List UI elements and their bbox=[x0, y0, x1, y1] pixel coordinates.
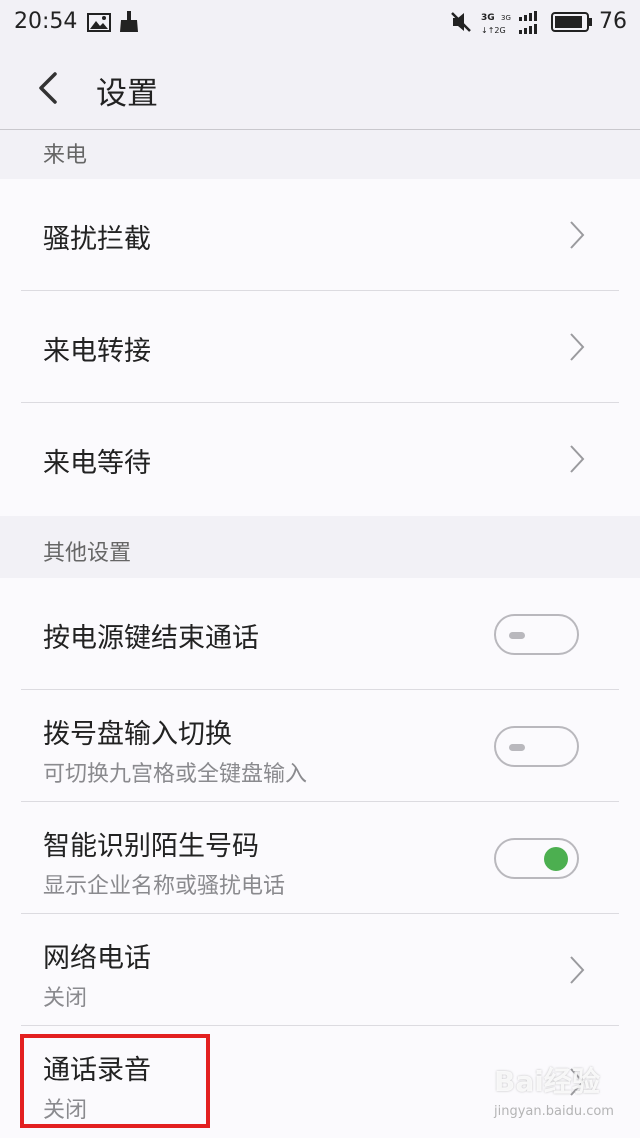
row-title: 按电源键结束通话 bbox=[43, 623, 259, 654]
incoming-call-list: 骚扰拦截 来电转接 来电等待 bbox=[0, 179, 640, 516]
toggle-knob bbox=[509, 632, 525, 639]
watermark-url: jingyan.baidu.com bbox=[494, 1104, 614, 1119]
chevron-right-icon bbox=[570, 956, 585, 984]
row-call-forwarding[interactable]: 来电转接 bbox=[21, 291, 619, 403]
row-title: 来电转接 bbox=[43, 336, 151, 367]
row-subtitle: 可切换九宫格或全键盘输入 bbox=[43, 762, 308, 787]
smart-caller-id-toggle[interactable] bbox=[494, 838, 579, 879]
row-call-waiting[interactable]: 来电等待 bbox=[21, 403, 619, 515]
signal-icon: 3G 3G ↓↑2G bbox=[481, 11, 537, 35]
svg-text:3G: 3G bbox=[481, 13, 495, 23]
chevron-right-icon bbox=[570, 333, 585, 361]
section-title: 来电 bbox=[43, 143, 88, 168]
row-subtitle: 关闭 bbox=[43, 1098, 88, 1123]
row-subtitle: 显示企业名称或骚扰电话 bbox=[43, 874, 286, 899]
toggle-knob bbox=[509, 744, 525, 751]
svg-text:3G: 3G bbox=[501, 14, 511, 22]
mute-icon bbox=[451, 12, 471, 32]
page-title: 设置 bbox=[96, 76, 158, 112]
row-harassment-block[interactable]: 骚扰拦截 bbox=[21, 179, 619, 291]
row-smart-caller-id[interactable]: 智能识别陌生号码 显示企业名称或骚扰电话 bbox=[21, 802, 619, 914]
broom-icon bbox=[120, 11, 138, 32]
row-title: 通话录音 bbox=[43, 1055, 151, 1086]
image-icon bbox=[87, 13, 111, 32]
row-title: 来电等待 bbox=[43, 448, 151, 479]
row-title: 网络电话 bbox=[43, 943, 151, 974]
section-header-other: 其他设置 bbox=[0, 516, 640, 578]
status-bar: 20:54 3G 3G ↓↑2G 76 bbox=[0, 0, 640, 46]
row-dialpad-input-switch[interactable]: 拨号盘输入切换 可切换九宫格或全键盘输入 bbox=[21, 690, 619, 802]
row-title: 骚扰拦截 bbox=[43, 224, 151, 255]
power-key-toggle[interactable] bbox=[494, 614, 579, 655]
dialpad-input-toggle[interactable] bbox=[494, 726, 579, 767]
baidu-watermark: Bai经验 bbox=[494, 1065, 600, 1098]
battery-level: 76 bbox=[599, 9, 627, 34]
app-header: 设置 bbox=[0, 46, 640, 130]
row-internet-call[interactable]: 网络电话 关闭 bbox=[21, 914, 619, 1026]
section-title: 其他设置 bbox=[43, 541, 132, 566]
chevron-right-icon bbox=[570, 221, 585, 249]
toggle-knob bbox=[544, 847, 568, 871]
row-title: 智能识别陌生号码 bbox=[43, 831, 259, 862]
other-settings-list: 按电源键结束通话 拨号盘输入切换 可切换九宫格或全键盘输入 智能识别陌生号码 显… bbox=[0, 578, 640, 1138]
row-title: 拨号盘输入切换 bbox=[43, 719, 232, 750]
row-power-key-end-call[interactable]: 按电源键结束通话 bbox=[21, 578, 619, 690]
back-arrow-icon[interactable] bbox=[30, 68, 70, 108]
svg-text:↓↑2G: ↓↑2G bbox=[481, 26, 506, 35]
chevron-right-icon bbox=[570, 445, 585, 473]
battery-icon bbox=[551, 12, 592, 32]
status-time: 20:54 bbox=[14, 9, 78, 34]
row-subtitle: 关闭 bbox=[43, 986, 88, 1011]
section-header-incoming: 来电 bbox=[0, 130, 640, 179]
